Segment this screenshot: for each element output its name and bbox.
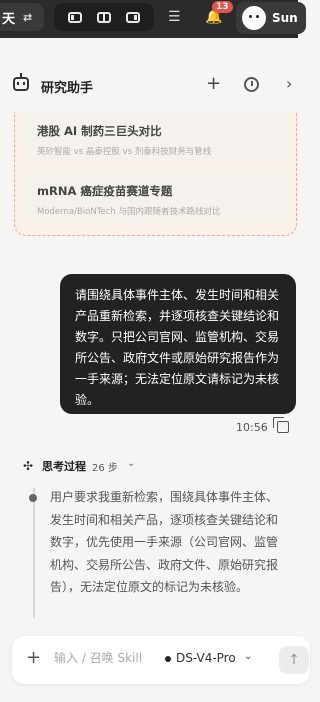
robot-icon: [13, 73, 29, 91]
thinking-title[interactable]: 思考过程: [42, 458, 86, 474]
workspace-switcher[interactable]: 天 ⇄: [0, 3, 44, 31]
model-status-dot: [165, 656, 171, 662]
timeline-line: [33, 488, 35, 618]
timeline-dot: [29, 494, 37, 502]
avatar: [242, 6, 266, 30]
suggestion-card[interactable]: mRNA 癌症疫苗赛道专题 Moderna/BioNTech 与国内跟随者技术路…: [25, 172, 287, 222]
suggestion-card[interactable]: 港股 AI 制药三巨头对比 英矽智能 vs 晶泰控股 vs 剂泰科技财务与管线: [25, 112, 287, 162]
layout-toggle-group: [54, 3, 154, 31]
model-selector[interactable]: DS-V4-Pro: [176, 651, 236, 665]
message-input[interactable]: [54, 651, 150, 665]
suggestion-subtitle: Moderna/BioNTech 与国内跟随者技术路线对比: [37, 207, 221, 217]
workspace-label: 天: [2, 11, 16, 27]
panel-header: 研究助手 + ›: [0, 66, 298, 104]
thinking-steps: 26 步: [92, 463, 118, 474]
composer: + DS-V4-Pro ⌄ ↑: [12, 636, 310, 684]
suggestion-title: 港股 AI 制药三巨头对比: [37, 124, 162, 138]
user-menu[interactable]: Sun: [236, 2, 306, 34]
swap-icon: ⇄: [23, 10, 33, 24]
user-name: Sun: [272, 11, 298, 25]
layout-split-icon[interactable]: [96, 11, 111, 23]
suggestion-title: mRNA 癌症疫苗赛道专题: [37, 184, 173, 198]
sparkle-icon: ✣: [23, 459, 34, 473]
suggestion-subtitle: 英矽智能 vs 晶泰控股 vs 剂泰科技财务与管线: [37, 147, 212, 157]
send-button[interactable]: ↑: [279, 646, 309, 674]
user-message-bubble: 请围绕具体事件主体、发生时间和相关产品重新检索，并逐项核查关键结论和数字。只把公…: [60, 274, 296, 414]
panel-title: 研究助手: [41, 81, 94, 96]
chevron-down-icon[interactable]: ⌄: [244, 651, 252, 662]
top-bar: 天 ⇄ ☰ 🔔 13 Sun: [0, 0, 306, 38]
copy-icon[interactable]: [273, 417, 289, 433]
message-timestamp: 10:56: [236, 421, 268, 434]
history-icon[interactable]: [244, 77, 259, 92]
layout-right-icon[interactable]: [126, 11, 141, 23]
suggestion-list: 港股 AI 制药三巨头对比 英矽智能 vs 晶泰控股 vs 剂泰科技财务与管线 …: [14, 112, 297, 236]
new-chat-button[interactable]: +: [206, 73, 221, 94]
chevron-right-icon[interactable]: ›: [286, 74, 292, 93]
layout-left-icon[interactable]: [67, 11, 82, 23]
thinking-text: 用户要求我重新检索，围绕具体事件主体、发生时间和相关产品，逐项核查关键结论和数字…: [50, 490, 279, 594]
notification-badge: 13: [212, 1, 233, 13]
attach-button[interactable]: +: [26, 647, 41, 668]
chevron-down-icon[interactable]: ⌄: [127, 458, 135, 469]
task-list-icon[interactable]: ☰: [168, 9, 181, 25]
